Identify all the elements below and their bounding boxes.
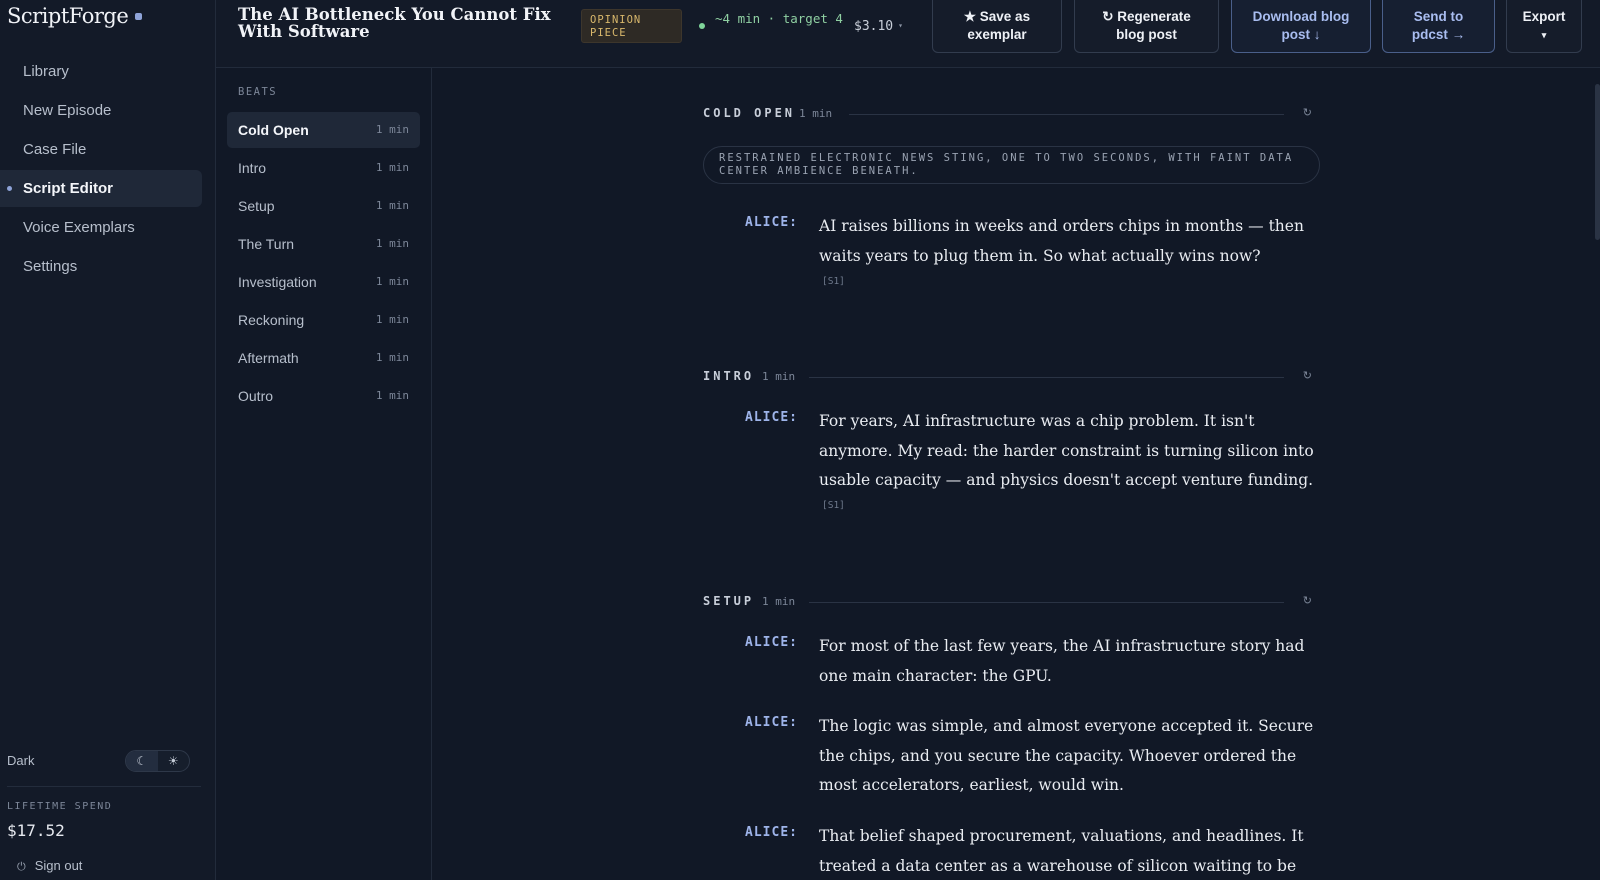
duration-text: ~4 min · target 4 [715, 11, 843, 26]
status-dot-icon [699, 23, 705, 29]
export-label: Export [1522, 9, 1566, 24]
speaker-label: ALICE: [745, 635, 798, 650]
brand-dot-icon [135, 13, 143, 20]
duration-status: ~4 min · target 4 [699, 10, 843, 29]
beat-duration: 1 min [375, 275, 409, 288]
regenerate-section-icon[interactable]: ↻ [1303, 106, 1312, 119]
beat-list: Cold Open 1 min Intro 1 min Setup 1 min The… [227, 112, 420, 416]
theme-toggle[interactable]: ☾ ☀ [125, 750, 190, 772]
nav-item-settings[interactable]: Settings [0, 248, 202, 285]
speaker-label: ALICE: [745, 410, 798, 425]
beat-label: The Turn [238, 236, 295, 252]
regenerate-blog-button[interactable]: ↻ Regenerate blog post [1074, 0, 1219, 53]
section-duration: 1 min [762, 595, 796, 608]
lifetime-spend-label: LIFETIME SPEND [7, 801, 113, 812]
dialogue-text[interactable]: AI raises billions in weeks and orders c… [819, 212, 1319, 271]
beat-duration: 1 min [375, 313, 409, 326]
sidebar-divider [7, 786, 201, 787]
nav-item-voice-exemplars[interactable]: Voice Exemplars [0, 209, 202, 246]
beat-aftermath[interactable]: Aftermath 1 min [227, 340, 420, 376]
beat-label: Setup [238, 198, 275, 214]
beat-setup[interactable]: Setup 1 min [227, 188, 420, 224]
section-divider [809, 602, 1284, 603]
beat-duration: 1 min [375, 351, 409, 364]
nav-item-script-editor[interactable]: Script Editor [0, 170, 202, 207]
section-cold-open: COLD OPEN 1 min ↻ Restrained electronic … [703, 106, 1320, 287]
beat-outro[interactable]: Outro 1 min [227, 378, 420, 414]
section-title: COLD OPEN [703, 106, 796, 120]
dialogue-text[interactable]: For years, AI infrastructure was a chip … [819, 407, 1319, 496]
save-exemplar-button[interactable]: ★ Save as exemplar [932, 0, 1062, 53]
episode-header: The AI Bottleneck You Cannot Fix With So… [216, 0, 1600, 68]
section-divider [849, 114, 1284, 115]
section-duration: 1 min [799, 107, 833, 120]
dialogue-text[interactable]: The logic was simple, and almost everyon… [819, 712, 1319, 801]
beat-label: Intro [238, 160, 267, 176]
sidebar: ScriptForge Library New Episode Case Fil… [0, 0, 216, 880]
section-title: SETUP [703, 594, 755, 608]
beat-duration: 1 min [375, 389, 409, 402]
beat-duration: 1 min [375, 199, 409, 212]
theme-row: Dark ☾ ☀ [7, 749, 190, 773]
dialogue-text[interactable]: That belief shaped procurement, valuatio… [819, 822, 1319, 880]
episode-title: The AI Bottleneck You Cannot Fix With So… [238, 5, 551, 41]
beat-label: Reckoning [238, 312, 305, 328]
beat-duration: 1 min [375, 161, 409, 174]
download-blog-button[interactable]: Download blog post ↓ [1231, 0, 1371, 53]
section-intro: INTRO 1 min ↻ ALICE: For years, AI infra… [703, 369, 1314, 511]
regenerate-section-icon[interactable]: ↻ [1303, 369, 1312, 382]
cost-value: $3.10 [854, 19, 894, 34]
dialogue-text[interactable]: For most of the last few years, the AI i… [819, 632, 1319, 691]
nav-item-new-episode[interactable]: New Episode [0, 92, 202, 129]
chevron-down-icon: ▾ [1541, 30, 1547, 40]
segment-tag: [S1] [822, 276, 845, 287]
export-button[interactable]: Export ▾ [1506, 0, 1582, 53]
beat-reckoning[interactable]: Reckoning 1 min [227, 302, 420, 338]
beat-label: Aftermath [238, 350, 299, 366]
section-title: INTRO [703, 369, 755, 383]
chevron-down-icon: ▾ [898, 21, 903, 30]
main-nav: Library New Episode Case File Script Edi… [0, 53, 202, 287]
beats-heading: BEATS [238, 86, 278, 98]
power-icon: ⏻ [17, 861, 26, 873]
sign-out-button[interactable]: ⏻ Sign out [17, 858, 82, 874]
section-header: SETUP 1 min ↻ [703, 594, 1312, 610]
speaker-label: ALICE: [745, 825, 798, 840]
section-setup: SETUP 1 min ↻ ALICE: For most of the las… [703, 594, 1313, 875]
beat-duration: 1 min [375, 237, 409, 250]
cost-dropdown[interactable]: $3.10 ▾ [854, 19, 903, 34]
brand-name: ScriptForge [7, 4, 129, 28]
segment-tag: [S1] [822, 500, 845, 511]
nav-item-library[interactable]: Library [0, 53, 202, 90]
sun-icon[interactable]: ☀ [158, 751, 190, 771]
beats-panel: BEATS Cold Open 1 min Intro 1 min Setup 1 m… [216, 68, 432, 880]
brand-logo[interactable]: ScriptForge [7, 4, 143, 28]
theme-label: Dark [7, 753, 35, 768]
regenerate-section-icon[interactable]: ↻ [1303, 594, 1312, 607]
section-header: COLD OPEN 1 min ↻ [703, 106, 1312, 122]
scrollbar[interactable] [1595, 84, 1600, 240]
sound-direction: Restrained electronic news sting, one to… [703, 146, 1320, 184]
beat-cold-open[interactable]: Cold Open 1 min [227, 112, 420, 148]
beat-label: Outro [238, 388, 274, 404]
beat-investigation[interactable]: Investigation 1 min [227, 264, 420, 300]
beat-duration: 1 min [375, 123, 409, 136]
nav-item-case-file[interactable]: Case File [0, 131, 202, 168]
script-editor: COLD OPEN 1 min ↻ Restrained electronic … [432, 68, 1600, 880]
beat-label: Investigation [238, 274, 317, 290]
speaker-label: ALICE: [745, 715, 798, 730]
lifetime-spend-value: $17.52 [7, 821, 65, 840]
section-divider [809, 377, 1284, 378]
speaker-label: ALICE: [745, 215, 798, 230]
sign-out-label: Sign out [34, 858, 83, 873]
beat-label: Cold Open [238, 122, 309, 138]
beat-the-turn[interactable]: The Turn 1 min [227, 226, 420, 262]
format-badge: OPINION PIECE [581, 9, 682, 43]
moon-icon[interactable]: ☾ [126, 751, 158, 771]
send-to-pdcst-button[interactable]: Send to pdcst → [1382, 0, 1495, 53]
beat-intro[interactable]: Intro 1 min [227, 150, 420, 186]
section-header: INTRO 1 min ↻ [703, 369, 1312, 385]
section-duration: 1 min [762, 370, 796, 383]
